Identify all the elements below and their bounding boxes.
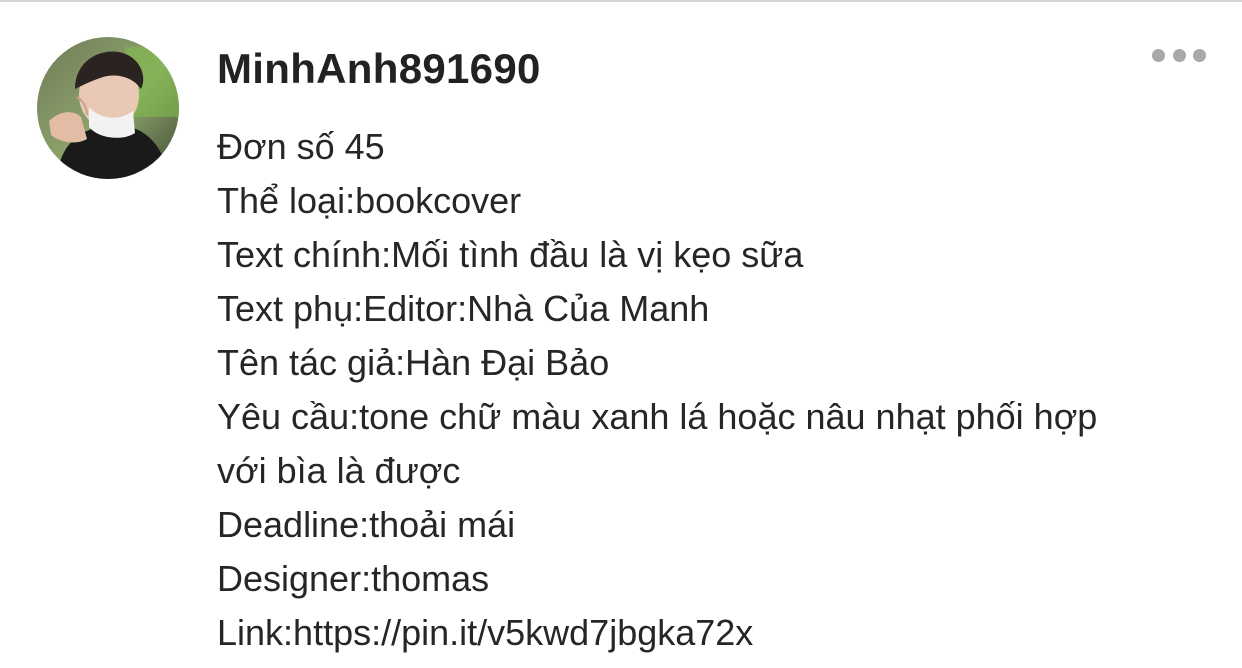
user-avatar-photo-icon	[37, 37, 179, 179]
post-card: MinhAnh891690 Đơn số 45 Thể loại:bookcov…	[0, 0, 1242, 668]
avatar[interactable]	[37, 37, 179, 179]
content-line-requirements: Yêu cầu:tone chữ màu xanh lá hoặc nâu nh…	[217, 396, 1098, 437]
more-dot-icon	[1152, 48, 1165, 62]
content-line-order-number: Đơn số 45	[217, 126, 385, 167]
content-line-designer: Designer:thomas	[217, 558, 490, 599]
content-line-deadline: Deadline:thoải mái	[217, 504, 516, 545]
content-line-author-name: Tên tác giả:Hàn Đại Bảo	[217, 342, 610, 383]
content-line-main-text: Text chính:Mối tình đầu là vị kẹo sữa	[217, 234, 804, 275]
more-dot-icon	[1193, 48, 1206, 62]
post-content: Đơn số 45 Thể loại:bookcover Text chính:…	[217, 120, 1177, 660]
more-dot-icon	[1172, 48, 1186, 62]
content-line-link[interactable]: Link:https://pin.it/v5kwd7jbgka72x	[217, 606, 1177, 660]
content-line-requirements-continued: với bìa là được	[217, 450, 461, 491]
more-options-button[interactable]	[1146, 40, 1212, 70]
username[interactable]: MinhAnh891690	[217, 42, 541, 96]
content-line-sub-text: Text phụ:Editor:Nhà Của Manh	[217, 288, 710, 329]
content-line-category: Thể loại:bookcover	[217, 180, 522, 221]
